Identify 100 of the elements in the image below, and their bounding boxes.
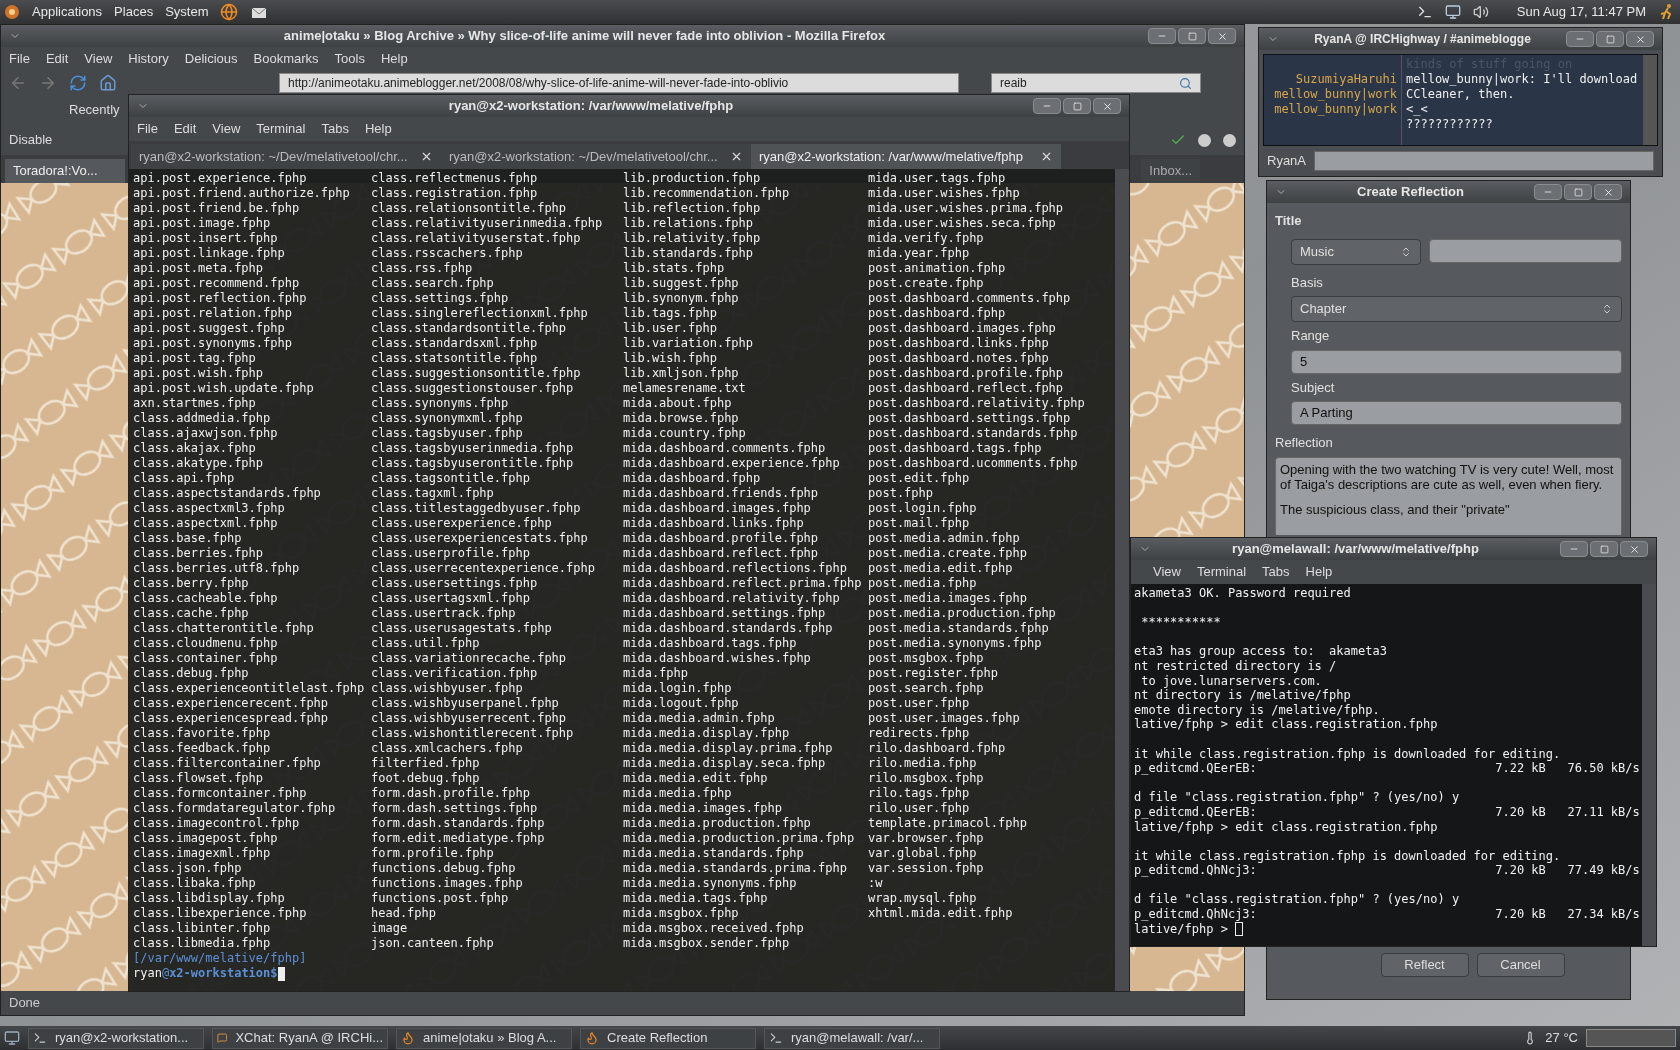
menu-item[interactable]: File: [137, 119, 158, 139]
file-name: class.berry.fphp: [133, 576, 250, 591]
file-name: filterfied.fphp: [371, 756, 481, 771]
browser-launcher-icon[interactable]: [220, 3, 239, 21]
close-button[interactable]: [1208, 28, 1236, 44]
file-name: api.post.friend.authorize.fphp: [133, 186, 351, 201]
minimize-button[interactable]: [1566, 31, 1594, 47]
url-field[interactable]: http://animeotaku.animeblogger.net/2008/08/why-slice-of-life-anime-will-never-fade-into-oblivio: [279, 73, 959, 93]
menu-item[interactable]: Terminal: [1196, 562, 1247, 582]
menu-item[interactable]: Bookmarks: [253, 49, 319, 69]
menu-item[interactable]: View: [212, 119, 241, 139]
menu-item[interactable]: View: [84, 49, 113, 69]
workspace-switcher[interactable]: [1586, 1029, 1676, 1047]
browser-tab[interactable]: Inbox...: [1141, 159, 1200, 183]
file-name: mida.dashboard.images.fphp: [623, 501, 812, 516]
taskbar-item[interactable]: ryan@x2-workstation...: [28, 1027, 204, 1049]
reload-icon[interactable]: [69, 74, 87, 92]
file-name: class.standardsontitle.fphp: [371, 321, 568, 336]
close-tab-icon[interactable]: [1040, 150, 1053, 163]
panel-menu[interactable]: System: [165, 2, 209, 22]
file-name: class.util.fphp: [371, 636, 481, 651]
nick-label: RyanA: [1267, 152, 1307, 171]
forward-icon[interactable]: [39, 74, 57, 92]
scrollbar[interactable]: [1642, 584, 1656, 946]
menu-item[interactable]: File: [9, 49, 30, 69]
message-input[interactable]: [1314, 151, 1654, 171]
menu-item[interactable]: History: [128, 49, 169, 69]
taskbar-item[interactable]: Create Reflection: [580, 1027, 756, 1049]
menu-item[interactable]: Edit: [45, 49, 69, 69]
panel-menu[interactable]: Applications: [32, 2, 103, 22]
close-button[interactable]: [1093, 98, 1121, 114]
maximize-button[interactable]: [1564, 184, 1592, 200]
text-cursor: [277, 966, 285, 981]
minimize-button[interactable]: [1560, 541, 1588, 557]
scrollbar[interactable]: [1115, 169, 1129, 991]
close-tab-icon[interactable]: [420, 150, 433, 163]
terminal-icon[interactable]: [1416, 4, 1433, 20]
panel-menu[interactable]: Places: [114, 2, 154, 22]
home-icon[interactable]: [99, 74, 117, 92]
file-name: mida.media.display.prima.fphp: [623, 741, 834, 756]
menu-item[interactable]: View: [1153, 562, 1181, 582]
file-name: api.post.relation.fphp: [133, 306, 293, 321]
file-name: api.post.friend.be.fphp: [133, 201, 301, 216]
minimize-button[interactable]: [1534, 184, 1562, 200]
terminal-line: lative/fphp >: [1134, 921, 1229, 937]
maximize-button[interactable]: [1063, 98, 1091, 114]
range-field[interactable]: 5: [1291, 349, 1622, 374]
file-name: mida.media.fphp: [623, 786, 733, 801]
file-name: lib.reflection.fphp: [623, 201, 762, 216]
taskbar-item[interactable]: XChat: RyanA @ IRCHi...: [212, 1027, 388, 1049]
browser-tab[interactable]: Toradora!:Vo...: [5, 159, 125, 183]
reflection-textarea[interactable]: Opening with the two watching TV is very cute! Well, most of Taiga's descriptions are cute as well, even when fiery. The suspicious class, and their "private": [1275, 456, 1622, 535]
show-desktop-icon[interactable]: [4, 1030, 20, 1046]
network-icon[interactable]: [1444, 4, 1461, 20]
menu-item[interactable]: Help: [1305, 562, 1333, 582]
scrollbar[interactable]: [1643, 55, 1657, 145]
file-name: lib.xmljson.fphp: [623, 366, 740, 381]
bookmark-item[interactable]: Recently: [69, 100, 120, 120]
menu-item[interactable]: Tabs: [321, 119, 349, 139]
file-name: class.libaka.fphp: [133, 876, 257, 891]
menu-item[interactable]: Help: [364, 119, 392, 139]
terminal-tab[interactable]: ryan@x2-workstation: ~/Dev/melativetool/chr...: [131, 144, 441, 169]
search-field[interactable]: reaib: [991, 73, 1201, 93]
volume-icon[interactable]: [1472, 4, 1489, 20]
menu-item[interactable]: Tools: [334, 49, 365, 69]
minimize-button[interactable]: [1033, 98, 1061, 114]
toolbar-button[interactable]: Disable: [9, 130, 53, 150]
terminal-tab[interactable]: ryan@x2-workstation: /var/www/melative/fphp: [751, 144, 1061, 169]
menu-item[interactable]: Tabs: [1262, 562, 1290, 582]
title-field[interactable]: [1429, 238, 1622, 263]
file-name: mida.dashboard.tags.fphp: [623, 636, 798, 651]
subject-field[interactable]: A Parting: [1291, 401, 1622, 425]
menu-item[interactable]: Edit: [173, 119, 197, 139]
menu-item[interactable]: Help: [380, 49, 408, 69]
maximize-button[interactable]: [1596, 31, 1624, 47]
terminal-tab[interactable]: ryan@x2-workstation: ~/Dev/melativetool/chr...: [441, 144, 751, 169]
field-label: Reflection: [1275, 434, 1334, 452]
maximize-button[interactable]: [1590, 541, 1618, 557]
close-button[interactable]: [1626, 31, 1654, 47]
basis-dropdown[interactable]: Chapter: [1291, 296, 1622, 322]
terminal-line: p_editcmd.QhNcj3: 7.20 kB 27.34 kB/s: [1134, 907, 1640, 922]
maximize-button[interactable]: [1178, 28, 1206, 44]
dialog-button[interactable]: Cancel: [1476, 953, 1565, 977]
file-name: class.filtercontainer.fphp: [133, 756, 322, 771]
file-name: class.statsontitle.fphp: [371, 351, 539, 366]
file-name: api.post.reflection.fphp: [133, 291, 308, 306]
minimize-button[interactable]: [1148, 28, 1176, 44]
back-icon[interactable]: [9, 74, 27, 92]
file-name: mida.media.production.prima.fphp: [623, 831, 856, 846]
category-dropdown[interactable]: Music: [1291, 238, 1421, 265]
close-tab-icon[interactable]: [730, 150, 743, 163]
menu-item[interactable]: Terminal: [256, 119, 306, 139]
taskbar-item[interactable]: anime|otaku » Blog A...: [396, 1027, 572, 1049]
search-icon[interactable]: [1179, 76, 1192, 90]
close-button[interactable]: [1594, 184, 1622, 200]
close-button[interactable]: [1620, 541, 1648, 557]
taskbar-item[interactable]: ryan@melawall: /var/...: [764, 1027, 940, 1049]
clock[interactable]: Sun Aug 17, 11:47 PM: [1516, 2, 1646, 22]
menu-item[interactable]: Delicious: [184, 49, 238, 69]
dialog-button[interactable]: Reflect: [1380, 953, 1469, 977]
